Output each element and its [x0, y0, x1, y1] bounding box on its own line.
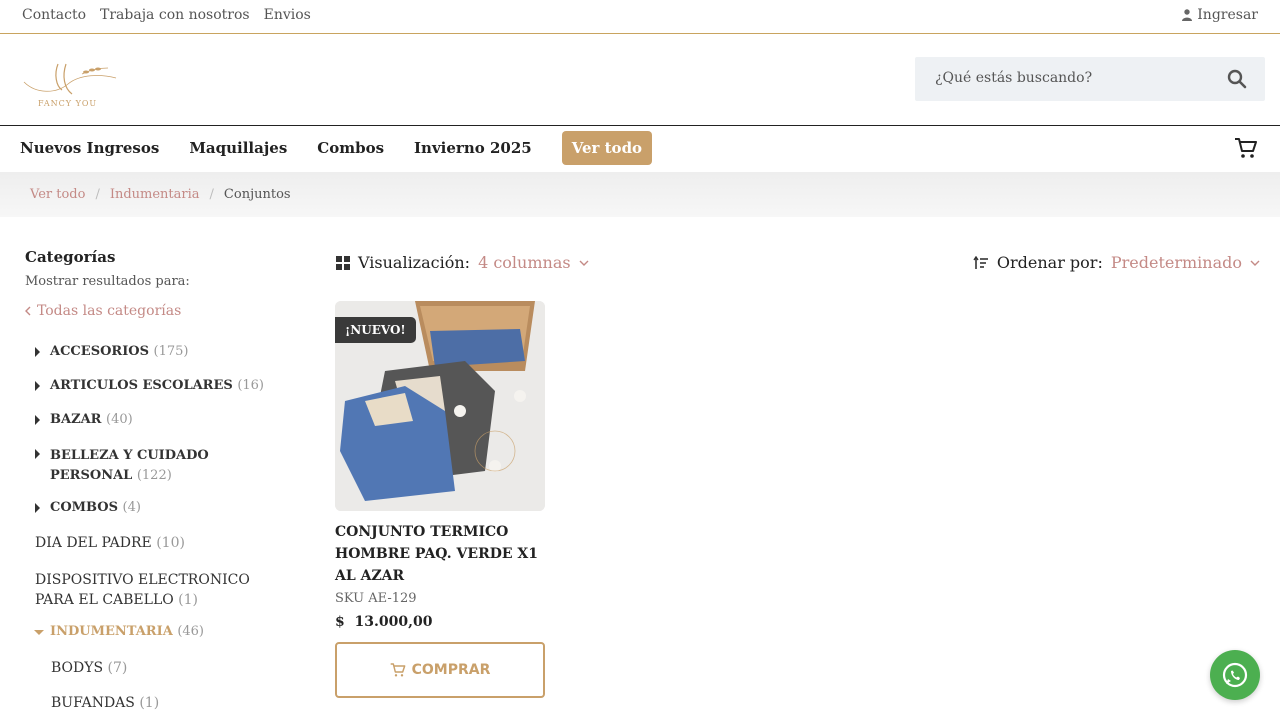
breadcrumb-current: Conjuntos	[223, 187, 291, 202]
nav-item-combos[interactable]: Combos	[317, 131, 384, 165]
grid-icon	[336, 255, 350, 270]
caret-right-icon[interactable]	[35, 503, 40, 513]
buy-button[interactable]: COMPRAR	[335, 642, 545, 698]
search-box[interactable]: ¿Qué estás buscando?	[915, 57, 1265, 101]
nav-view-all-button[interactable]: Ver todo	[561, 131, 653, 165]
category-dispositivo[interactable]: DISPOSITIVO ELECTRONICO PARA EL CABELLO …	[35, 570, 285, 610]
whatsapp-button[interactable]	[1210, 650, 1260, 700]
category-articulos-escolares[interactable]: ARTICULOS ESCOLARES (16)	[50, 378, 264, 393]
category-dia-del-padre[interactable]: DIA DEL PADRE (10)	[35, 535, 185, 551]
price-currency: $	[335, 614, 345, 630]
sidebar-title: Categorías	[25, 248, 116, 266]
nav-item-new[interactable]: Nuevos Ingresos	[20, 131, 159, 165]
sidebar-subtitle: Mostrar resultados para:	[25, 274, 190, 289]
header: FANCY YOU ¿Qué estás buscando?	[0, 34, 1280, 126]
breadcrumb-view-all[interactable]: Ver todo	[30, 187, 85, 202]
chevron-down-icon	[579, 260, 589, 266]
top-bar: Contacto Trabaja con nosotros Envios Ing…	[0, 0, 1280, 34]
cart-icon	[390, 663, 406, 677]
product-price: $ 13.000,00	[335, 614, 545, 630]
whatsapp-icon	[1222, 662, 1248, 688]
view-label: Visualización:	[358, 253, 471, 272]
nav-item-winter[interactable]: Invierno 2025	[414, 131, 532, 165]
view-selector[interactable]: Visualización: 4 columnas	[336, 253, 589, 272]
product-card[interactable]: ¡NUEVO! CONJUNTO TERMICO HOMBRE PAQ. VER…	[335, 301, 545, 698]
buy-label: COMPRAR	[411, 662, 491, 678]
breadcrumb: Ver todo / Indumentaria / Conjuntos	[0, 172, 1280, 217]
category-accesorios[interactable]: ACCESORIOS (175)	[50, 344, 189, 359]
top-links: Contacto Trabaja con nosotros Envios	[22, 7, 311, 23]
product-sku: SKU AE-129	[335, 591, 417, 606]
price-value: 13.000,00	[354, 614, 433, 630]
product-image[interactable]: ¡NUEVO!	[335, 301, 545, 511]
caret-right-icon[interactable]	[35, 449, 40, 459]
login-label: Ingresar	[1197, 7, 1258, 23]
work-with-us-link[interactable]: Trabaja con nosotros	[100, 7, 250, 23]
nav-items: Nuevos Ingresos Maquillajes Combos Invie…	[20, 131, 653, 165]
login-link[interactable]: Ingresar	[1182, 7, 1258, 23]
sort-selector[interactable]: Ordenar por: Predeterminado	[973, 253, 1260, 272]
breadcrumb-clothing[interactable]: Indumentaria	[110, 187, 200, 202]
user-icon	[1182, 9, 1193, 21]
cart-icon[interactable]	[1234, 136, 1258, 160]
breadcrumb-separator: /	[209, 187, 214, 202]
all-categories-link[interactable]: Todas las categorías	[25, 303, 285, 319]
sort-value[interactable]: Predeterminado	[1111, 253, 1242, 272]
logo-mark-icon: FANCY YOU	[23, 63, 117, 108]
search-input[interactable]: ¿Qué estás buscando?	[935, 70, 1092, 86]
breadcrumb-separator: /	[95, 187, 100, 202]
caret-right-icon[interactable]	[35, 347, 40, 357]
category-indumentaria[interactable]: INDUMENTARIA (46)	[50, 624, 204, 639]
nav-item-makeup[interactable]: Maquillajes	[189, 131, 287, 165]
caret-right-icon[interactable]	[35, 415, 40, 425]
category-combos[interactable]: COMBOS (4)	[50, 500, 141, 515]
search-icon[interactable]	[1227, 69, 1247, 89]
brand-logo[interactable]: FANCY YOU	[16, 54, 120, 110]
category-bodys[interactable]: BODYS (7)	[51, 660, 127, 676]
svg-text:FANCY YOU: FANCY YOU	[38, 99, 97, 108]
caret-down-icon[interactable]	[34, 630, 44, 635]
category-sidebar: Categorías Mostrar resultados para: Toda…	[25, 248, 285, 319]
product-title[interactable]: CONJUNTO TERMICO HOMBRE PAQ. VERDE X1 AL…	[335, 521, 545, 587]
category-bufandas[interactable]: BUFANDAS (1)	[51, 695, 159, 711]
shipping-link[interactable]: Envios	[264, 7, 311, 23]
contact-link[interactable]: Contacto	[22, 7, 86, 23]
sort-icon	[973, 255, 988, 269]
view-value[interactable]: 4 columnas	[478, 253, 571, 272]
all-categories-label: Todas las categorías	[37, 303, 182, 319]
sort-label: Ordenar por:	[996, 253, 1103, 272]
category-bazar[interactable]: BAZAR (40)	[50, 412, 133, 427]
new-badge: ¡NUEVO!	[335, 317, 416, 343]
chevron-left-icon	[25, 306, 31, 316]
main-nav: Nuevos Ingresos Maquillajes Combos Invie…	[0, 126, 1280, 172]
caret-right-icon[interactable]	[35, 381, 40, 391]
category-belleza[interactable]: BELLEZA Y CUIDADO PERSONAL (122)	[50, 446, 280, 486]
chevron-down-icon	[1250, 260, 1260, 266]
